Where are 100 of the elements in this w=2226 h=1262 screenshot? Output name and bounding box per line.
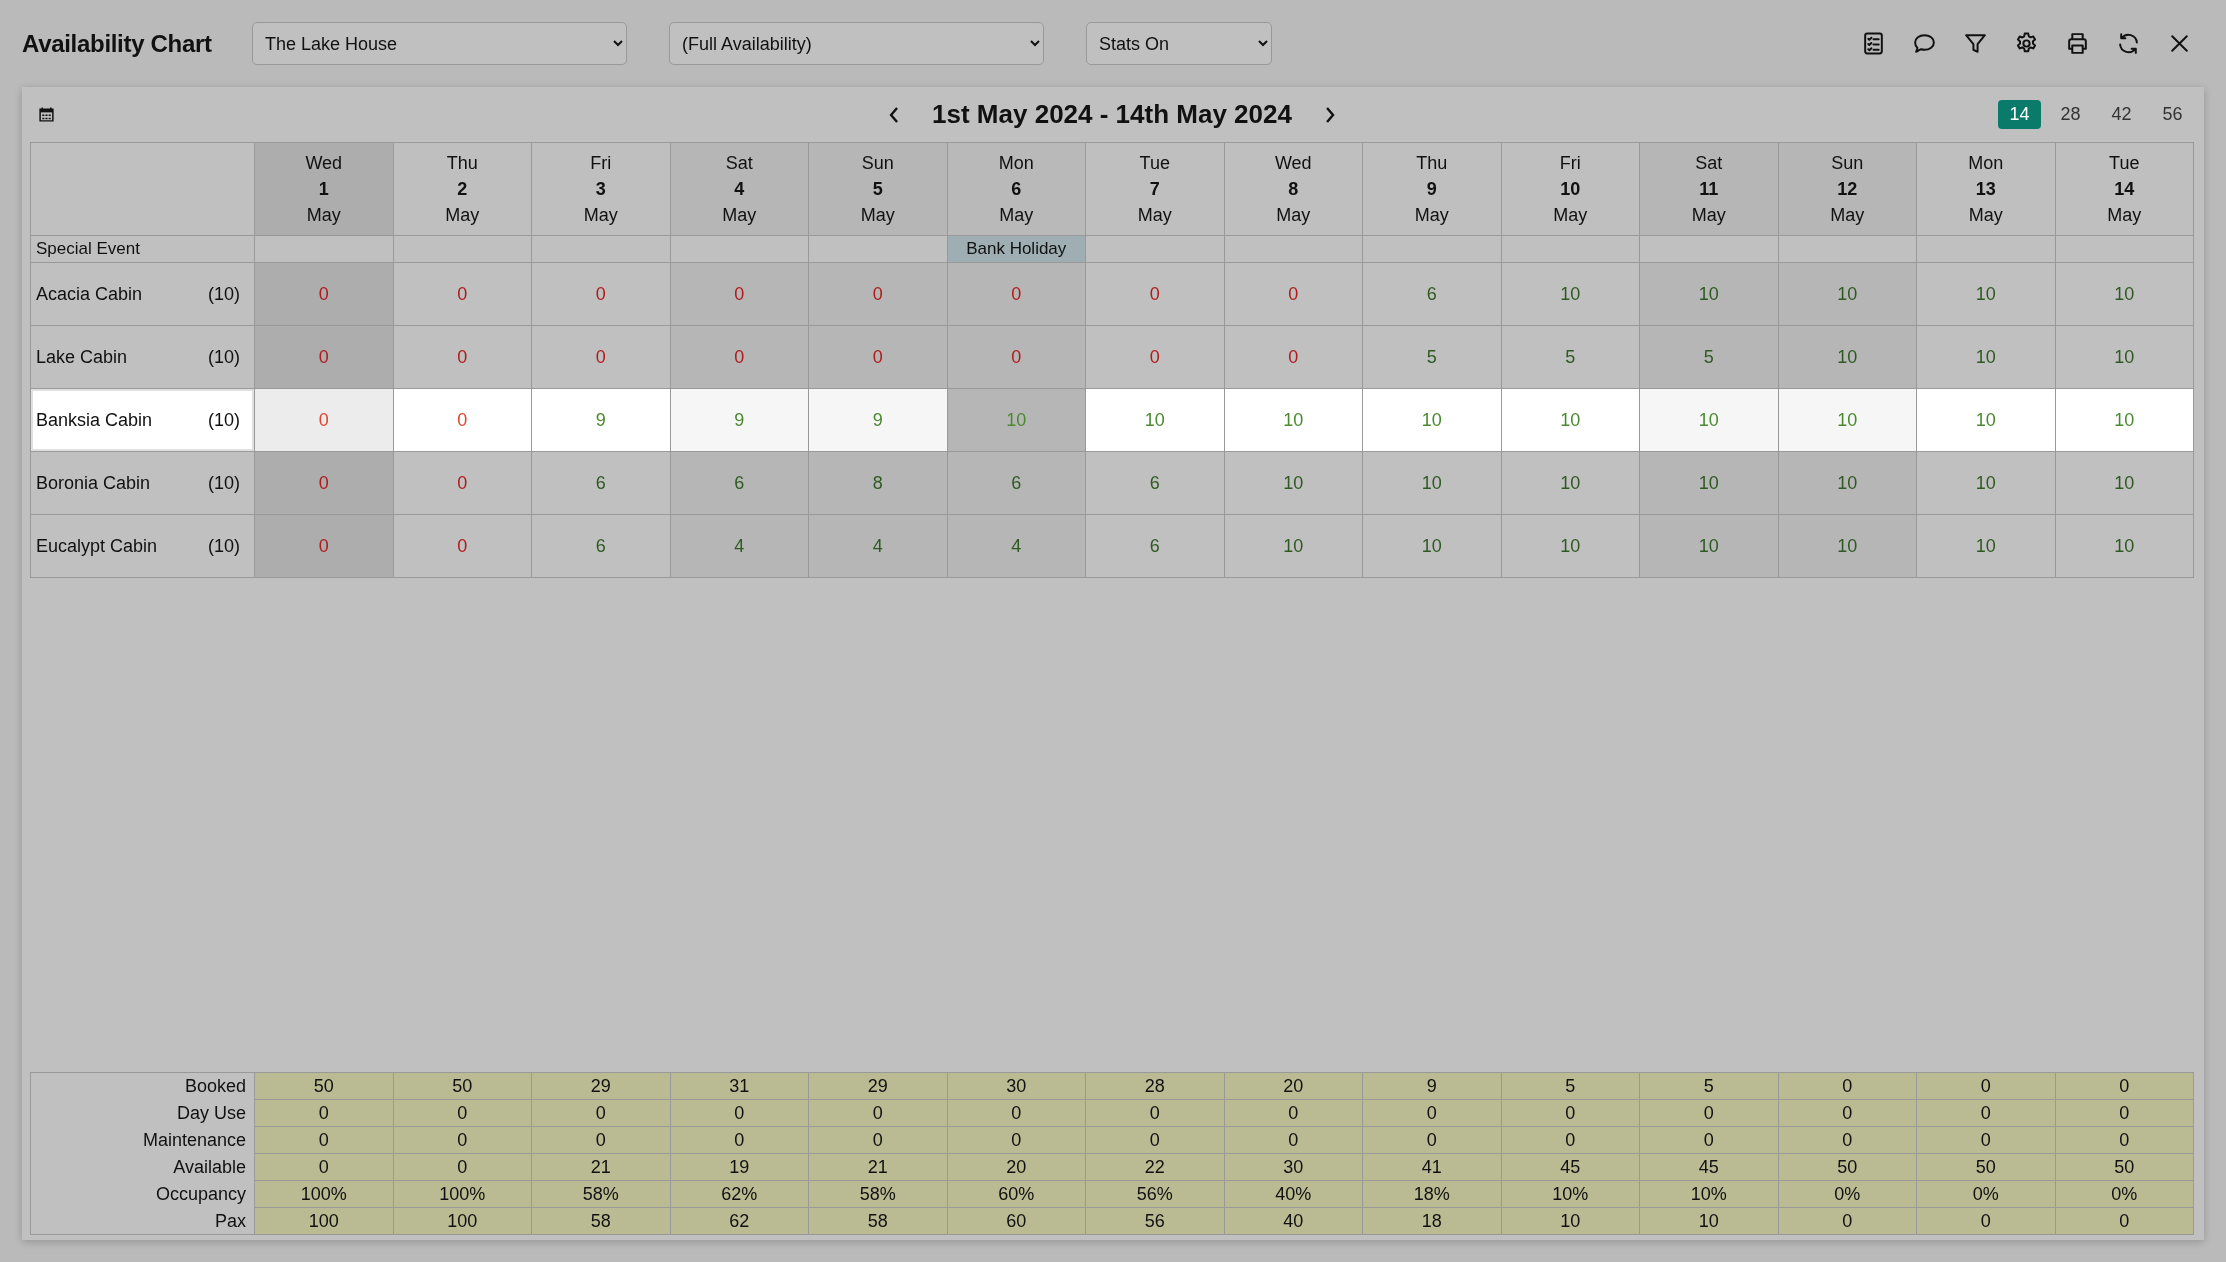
list-icon[interactable] xyxy=(1861,31,1886,56)
availability-cell[interactable]: 0 xyxy=(1086,326,1225,389)
availability-cell[interactable]: 0 xyxy=(393,263,532,326)
availability-cell[interactable]: 10 xyxy=(1778,452,1917,515)
availability-cell[interactable]: 6 xyxy=(532,452,671,515)
availability-cell[interactable]: 10 xyxy=(1363,515,1502,578)
availability-cell[interactable]: 0 xyxy=(670,263,809,326)
availability-cell[interactable]: 6 xyxy=(947,452,1086,515)
availability-cell[interactable]: 4 xyxy=(947,515,1086,578)
filter-icon[interactable] xyxy=(1963,31,1988,56)
availability-cell[interactable]: 10 xyxy=(2055,389,2194,452)
availability-cell[interactable]: 10 xyxy=(1640,515,1779,578)
availability-cell[interactable]: 0 xyxy=(1086,263,1225,326)
availability-cell[interactable]: 10 xyxy=(1640,452,1779,515)
availability-cell[interactable]: 0 xyxy=(947,263,1086,326)
availability-cell[interactable]: 10 xyxy=(1224,389,1363,452)
stat-cell: 29 xyxy=(532,1073,671,1100)
availability-cell[interactable]: 0 xyxy=(255,389,394,452)
availability-cell[interactable]: 10 xyxy=(1778,389,1917,452)
availability-cell[interactable]: 0 xyxy=(255,326,394,389)
availability-cell[interactable]: 8 xyxy=(809,452,948,515)
availability-cell[interactable]: 10 xyxy=(1363,389,1502,452)
refresh-icon[interactable] xyxy=(2116,31,2141,56)
availability-cell[interactable]: 10 xyxy=(1917,389,2056,452)
printer-icon[interactable] xyxy=(2065,31,2090,56)
availability-cell[interactable]: 0 xyxy=(255,452,394,515)
comment-icon[interactable] xyxy=(1912,31,1937,56)
stat-cell: 60% xyxy=(947,1181,1086,1208)
availability-cell[interactable]: 9 xyxy=(809,389,948,452)
stat-cell: 56% xyxy=(1086,1181,1225,1208)
availability-cell[interactable]: 10 xyxy=(1363,452,1502,515)
availability-cell[interactable]: 0 xyxy=(809,326,948,389)
range-option[interactable]: 42 xyxy=(2100,100,2143,129)
availability-cell[interactable]: 10 xyxy=(2055,452,2194,515)
availability-cell[interactable]: 9 xyxy=(532,389,671,452)
availability-cell[interactable]: 0 xyxy=(1224,263,1363,326)
availability-cell[interactable]: 4 xyxy=(670,515,809,578)
availability-cell[interactable]: 0 xyxy=(393,452,532,515)
range-option[interactable]: 56 xyxy=(2151,100,2194,129)
day-header: Tue 14 May xyxy=(2055,143,2194,236)
availability-cell[interactable]: 6 xyxy=(1086,515,1225,578)
availability-cell[interactable]: 0 xyxy=(670,326,809,389)
availability-cell[interactable]: 10 xyxy=(1501,389,1640,452)
stat-cell: 0 xyxy=(670,1127,809,1154)
availability-cell[interactable]: 10 xyxy=(1778,326,1917,389)
availability-cell[interactable]: 5 xyxy=(1501,326,1640,389)
availability-cell[interactable]: 0 xyxy=(1224,326,1363,389)
availability-cell[interactable]: 5 xyxy=(1640,326,1779,389)
availability-cell[interactable]: 10 xyxy=(2055,326,2194,389)
availability-cell[interactable]: 10 xyxy=(1917,326,2056,389)
dropdown[interactable]: Stats On xyxy=(1086,22,1272,65)
dropdown[interactable]: (Full Availability) xyxy=(669,22,1044,65)
availability-cell[interactable]: 10 xyxy=(1501,263,1640,326)
room-label[interactable]: Banksia Cabin (10) xyxy=(31,389,255,452)
availability-cell[interactable]: 0 xyxy=(393,389,532,452)
stat-cell: 58% xyxy=(809,1181,948,1208)
availability-cell[interactable]: 10 xyxy=(1917,452,2056,515)
availability-cell[interactable]: 5 xyxy=(1363,326,1502,389)
availability-cell[interactable]: 9 xyxy=(670,389,809,452)
availability-cell[interactable]: 6 xyxy=(670,452,809,515)
stat-cell: 0 xyxy=(1501,1100,1640,1127)
stat-cell: 10% xyxy=(1501,1181,1640,1208)
availability-cell[interactable]: 0 xyxy=(393,326,532,389)
stat-cell: 0 xyxy=(2055,1100,2194,1127)
stat-cell: 100 xyxy=(393,1208,532,1235)
availability-cell[interactable]: 10 xyxy=(1501,452,1640,515)
availability-cell[interactable]: 4 xyxy=(809,515,948,578)
availability-cell[interactable]: 10 xyxy=(1917,515,2056,578)
stat-cell: 0 xyxy=(255,1100,394,1127)
availability-cell[interactable]: 10 xyxy=(1640,389,1779,452)
availability-cell[interactable]: 0 xyxy=(532,263,671,326)
availability-cell[interactable]: 0 xyxy=(393,515,532,578)
range-option[interactable]: 14 xyxy=(1998,100,2041,129)
availability-cell[interactable]: 10 xyxy=(1640,263,1779,326)
availability-cell[interactable]: 0 xyxy=(809,263,948,326)
availability-cell[interactable]: 10 xyxy=(1224,515,1363,578)
stat-cell: 40 xyxy=(1224,1208,1363,1235)
stat-cell: 0% xyxy=(1917,1181,2056,1208)
availability-cell[interactable]: 10 xyxy=(2055,263,2194,326)
availability-cell[interactable]: 10 xyxy=(1086,389,1225,452)
availability-cell[interactable]: 10 xyxy=(1224,452,1363,515)
availability-cell[interactable]: 10 xyxy=(2055,515,2194,578)
dropdown[interactable]: The Lake House xyxy=(252,22,627,65)
availability-cell[interactable]: 0 xyxy=(255,263,394,326)
availability-cell[interactable]: 10 xyxy=(1778,515,1917,578)
availability-cell[interactable]: 10 xyxy=(1501,515,1640,578)
availability-cell[interactable]: 10 xyxy=(1778,263,1917,326)
availability-cell[interactable]: 6 xyxy=(532,515,671,578)
stat-cell: 0 xyxy=(1086,1100,1225,1127)
availability-cell[interactable]: 6 xyxy=(1086,452,1225,515)
day-header: Fri 10 May xyxy=(1501,143,1640,236)
availability-cell[interactable]: 0 xyxy=(532,326,671,389)
availability-cell[interactable]: 0 xyxy=(947,326,1086,389)
availability-cell[interactable]: 10 xyxy=(1917,263,2056,326)
stat-cell: 0 xyxy=(947,1100,1086,1127)
availability-cell[interactable]: 0 xyxy=(255,515,394,578)
range-option[interactable]: 28 xyxy=(2049,100,2092,129)
availability-cell[interactable]: 6 xyxy=(1363,263,1502,326)
calendar-icon[interactable] xyxy=(38,106,55,123)
date-range: 1st May 2024 - 14th May 2024 xyxy=(932,99,1292,130)
